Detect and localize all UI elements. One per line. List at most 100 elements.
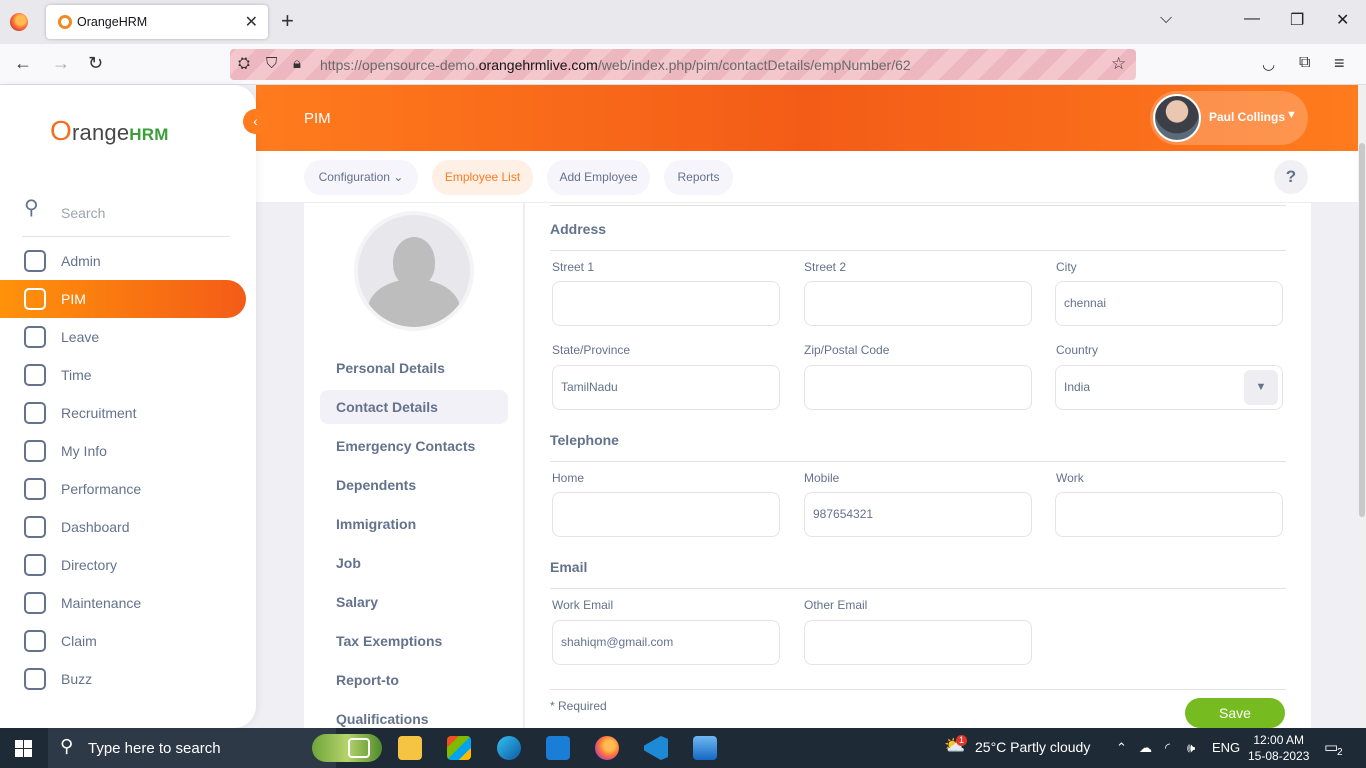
sidebar-search[interactable]: ⚲ Search [22, 195, 230, 237]
tab-reports[interactable]: Reports [664, 160, 733, 195]
tab-emergency-contacts[interactable]: Emergency Contacts [320, 429, 508, 463]
tab-immigration[interactable]: Immigration [320, 507, 508, 541]
street1-input[interactable] [552, 281, 780, 326]
scrollbar-thumb[interactable] [1359, 143, 1365, 517]
tab-list-chevron-icon[interactable]: ⌵ [1160, 10, 1172, 28]
sidebar: OrangeHRM ⚲ Search Admin PIM Leave Time … [0, 85, 256, 728]
remote-control-icon[interactable]: ⛭ [238, 55, 250, 72]
vscode-icon[interactable] [644, 736, 668, 760]
sidebar-item-time[interactable]: Time [0, 356, 246, 394]
sidebar-item-leave[interactable]: Leave [0, 318, 246, 356]
employee-photo[interactable] [354, 211, 474, 331]
admin-icon [24, 250, 46, 272]
divider [550, 461, 1286, 462]
save-button[interactable]: Save [1185, 698, 1285, 728]
menu-icon[interactable]: ≡ [1334, 53, 1345, 74]
back-icon[interactable]: ← [14, 53, 32, 74]
street1-label: Street 1 [552, 260, 595, 274]
bookmark-star-icon[interactable]: ☆ [1111, 54, 1126, 74]
work-phone-input[interactable] [1055, 492, 1283, 537]
state-input[interactable]: TamilNadu [552, 365, 780, 410]
home-phone-input[interactable] [552, 492, 780, 537]
tab-tax-exemptions[interactable]: Tax Exemptions [320, 624, 508, 658]
chevron-up-icon[interactable]: ⌃ [1116, 740, 1127, 756]
pim-icon [24, 288, 46, 310]
orangehrm-logo[interactable]: OrangeHRM [50, 115, 169, 147]
sidebar-item-dashboard[interactable]: Dashboard [0, 508, 246, 546]
divider [550, 205, 1286, 206]
tab-title: OrangeHRM [77, 15, 148, 29]
lock-icon[interactable]: 🔒︎ [293, 55, 301, 72]
time-icon [24, 364, 46, 386]
user-dropdown[interactable]: Paul Collings ▼ [1150, 91, 1308, 145]
close-window-icon[interactable]: ✕ [1336, 10, 1349, 30]
close-tab-icon[interactable]: ✕ [245, 12, 258, 32]
new-tab-icon[interactable]: + [281, 10, 294, 32]
edge-browser-icon[interactable] [497, 736, 521, 760]
taskbar-search-text: Type here to search [88, 740, 221, 757]
city-input[interactable]: chennai [1055, 281, 1283, 326]
firefox-taskbar-icon[interactable] [595, 736, 619, 760]
zip-input[interactable] [804, 365, 1032, 410]
sidebar-item-performance[interactable]: Performance [0, 470, 246, 508]
search-input[interactable]: Search [61, 205, 105, 221]
street2-input[interactable] [804, 281, 1032, 326]
search-icon: ⚲ [24, 197, 39, 219]
tab-employee-list[interactable]: Employee List [432, 160, 533, 195]
mobile-input[interactable]: 987654321 [804, 492, 1032, 537]
shield-icon[interactable]: ⛉ [266, 55, 277, 72]
sidebar-item-admin[interactable]: Admin [0, 242, 246, 280]
search-highlight-image [312, 734, 382, 762]
system-clock[interactable]: 12:00 AM 15-08-2023 [1248, 732, 1309, 764]
sidebar-item-maintenance[interactable]: Maintenance [0, 584, 246, 622]
mail-icon[interactable] [546, 736, 570, 760]
tab-configuration[interactable]: Configuration ⌄ [304, 160, 418, 195]
pocket-icon[interactable]: ◡ [1262, 55, 1275, 73]
collapse-sidebar-button[interactable]: ‹ [243, 109, 268, 134]
extensions-icon[interactable]: ⧉ [1299, 54, 1310, 72]
weather-text[interactable]: 25°C Partly cloudy [975, 739, 1090, 755]
onedrive-cloud-icon[interactable]: ☁ [1139, 740, 1152, 756]
sidebar-item-directory[interactable]: Directory [0, 546, 246, 584]
url-text[interactable]: https://opensource-demo.orangehrmlive.co… [320, 57, 911, 73]
tab-contact-details[interactable]: Contact Details [320, 390, 508, 424]
tab-report-to[interactable]: Report-to [320, 663, 508, 697]
file-explorer-icon[interactable] [398, 736, 422, 760]
sidebar-item-my-info[interactable]: My Info [0, 432, 246, 470]
home-phone-label: Home [552, 471, 585, 485]
microsoft-store-icon[interactable] [447, 736, 471, 760]
help-button[interactable]: ? [1274, 160, 1308, 194]
dropdown-arrow-icon[interactable]: ▼ [1244, 370, 1278, 405]
photos-icon[interactable] [693, 736, 717, 760]
reload-icon[interactable]: ↻ [88, 53, 103, 74]
language-indicator[interactable]: ENG [1212, 740, 1240, 755]
tab-salary[interactable]: Salary [320, 585, 508, 619]
forward-icon[interactable]: → [52, 53, 70, 74]
tab-personal-details[interactable]: Personal Details [320, 351, 508, 385]
minimize-icon[interactable]: — [1244, 10, 1260, 28]
sidebar-item-pim[interactable]: PIM [0, 280, 246, 318]
sidebar-item-claim[interactable]: Claim [0, 622, 246, 660]
browser-tab[interactable]: OrangeHRM ✕ [46, 5, 268, 39]
tab-dependents[interactable]: Dependents [320, 468, 508, 502]
sidebar-item-recruitment[interactable]: Recruitment [0, 394, 246, 432]
sidebar-item-buzz[interactable]: Buzz [0, 660, 246, 698]
volume-icon[interactable]: 🕪︎ [1187, 740, 1195, 756]
task-view-icon[interactable] [348, 738, 370, 758]
other-email-input[interactable] [804, 620, 1032, 665]
firefox-logo-icon[interactable] [10, 13, 28, 31]
wifi-icon[interactable]: ◜ [1165, 740, 1170, 756]
tab-job[interactable]: Job [320, 546, 508, 580]
tab-qualifications[interactable]: Qualifications [320, 702, 508, 728]
email-section-title: Email [550, 559, 588, 575]
windows-start-icon[interactable] [15, 740, 32, 757]
country-select[interactable]: India ▼ [1055, 365, 1283, 410]
other-email-label: Other Email [804, 598, 868, 612]
work-email-input[interactable]: shahiqm@gmail.com [552, 620, 780, 665]
taskbar-search[interactable]: ⚲ Type here to search [48, 728, 382, 768]
restore-icon[interactable]: ❐ [1290, 10, 1304, 30]
buzz-icon [24, 668, 46, 690]
top-header: PIM Paul Collings ▼ [256, 85, 1358, 151]
url-bar[interactable]: ⛭ ⛉ 🔒︎ https://opensource-demo.orangehrm… [230, 49, 1136, 80]
tab-add-employee[interactable]: Add Employee [547, 160, 650, 195]
